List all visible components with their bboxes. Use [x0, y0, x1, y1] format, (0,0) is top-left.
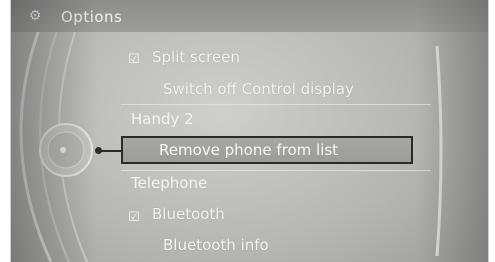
- separator: [121, 170, 431, 171]
- page-title: Options: [61, 8, 123, 26]
- section-heading-handy: Handy 2: [131, 110, 194, 128]
- separator: [121, 104, 431, 105]
- title-bar: ⚙ Options: [11, 0, 488, 32]
- menu-item-bluetooth-info[interactable]: Bluetooth info: [163, 236, 269, 254]
- control-display-screen: ⚙ Options ☑ Split screen Switch off Cont…: [10, 0, 489, 262]
- menu-item-switch-off-display[interactable]: Switch off Control display: [163, 80, 354, 98]
- selection-pointer-dot: [95, 147, 102, 154]
- screen-vignette: [11, 0, 488, 262]
- scrollbar[interactable]: [433, 46, 447, 256]
- options-icon: ⚙: [28, 8, 42, 24]
- checkmark-icon: ☑: [128, 52, 140, 67]
- menu-item-bluetooth[interactable]: Bluetooth: [152, 205, 225, 223]
- menu-item-split-screen[interactable]: Split screen: [152, 48, 240, 66]
- menu-item-label: Remove phone from list: [159, 141, 339, 159]
- menu-item-remove-phone[interactable]: Remove phone from list: [121, 136, 413, 164]
- section-heading-telephone: Telephone: [131, 174, 208, 192]
- checkmark-icon: ☑: [128, 210, 140, 225]
